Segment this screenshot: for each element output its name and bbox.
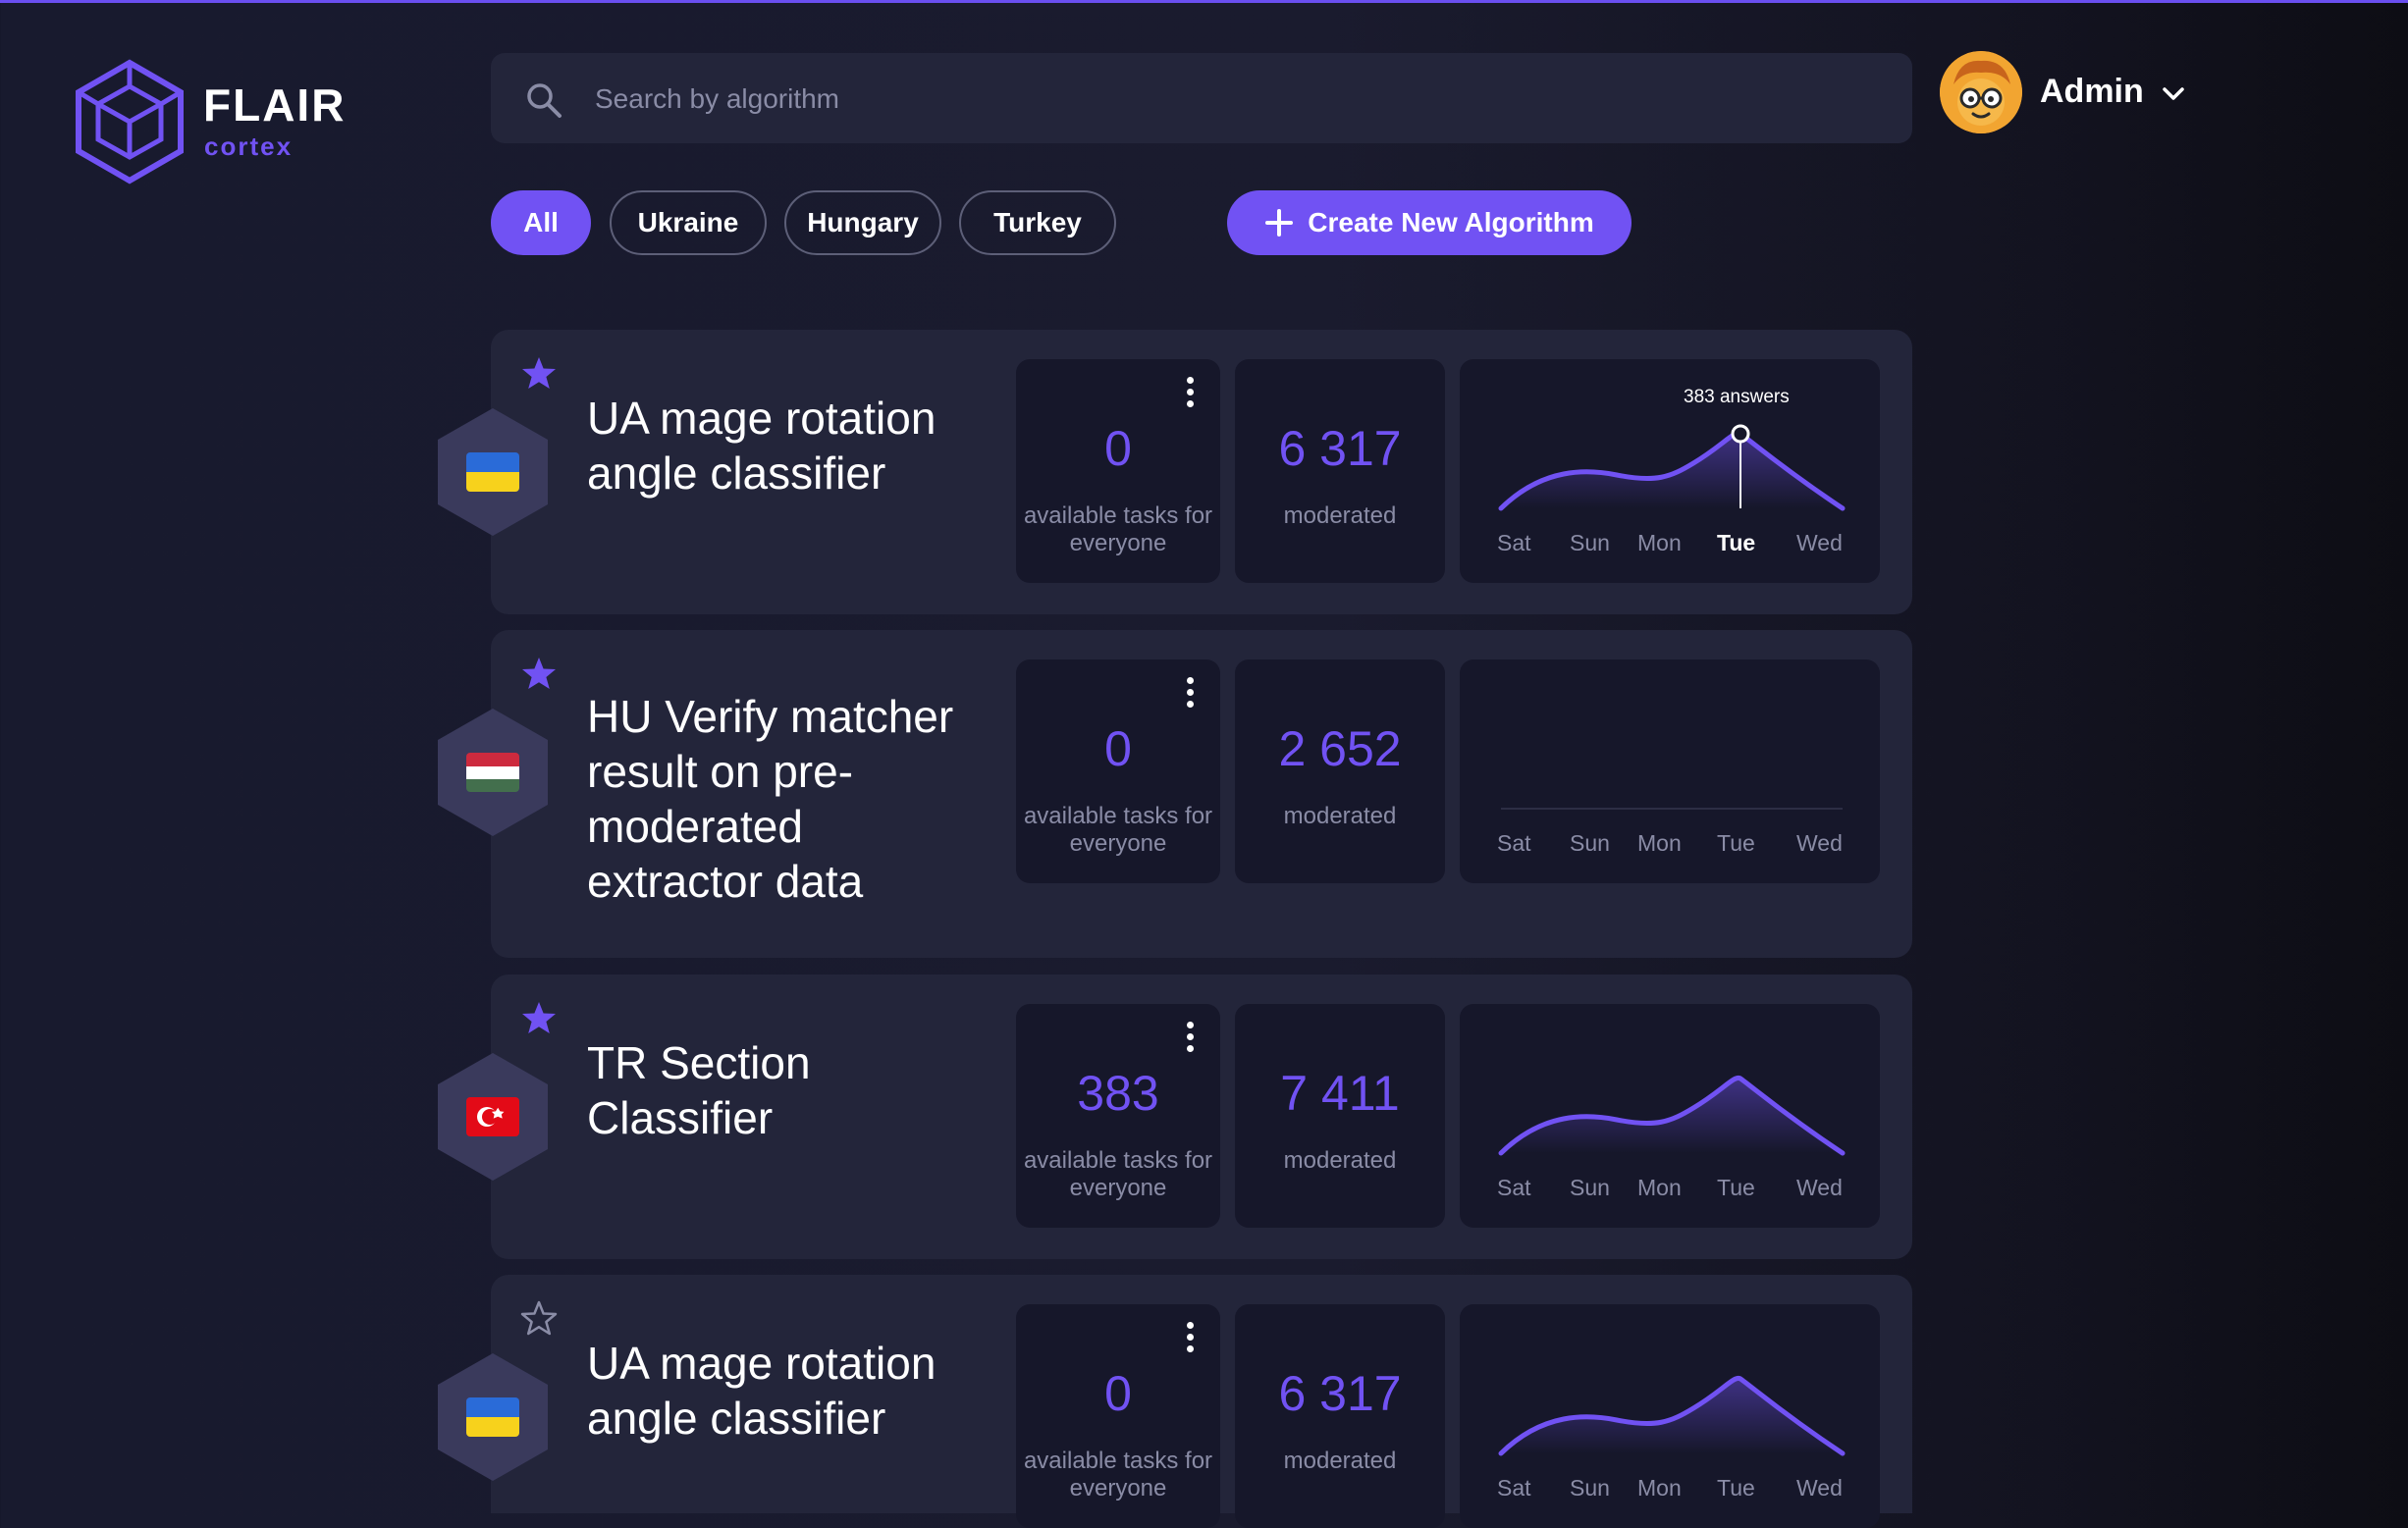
filter-chip-hungary[interactable]: Hungary	[784, 190, 941, 255]
available-tasks-label: available tasks for everyone	[1023, 1147, 1213, 1201]
logo-cube-icon	[76, 59, 184, 184]
create-algorithm-label: Create New Algorithm	[1308, 207, 1594, 237]
chart-tooltip: 383 answers	[1684, 387, 1790, 407]
chart-day-label: Sun	[1570, 530, 1610, 555]
chart-day-label: Sat	[1497, 1175, 1531, 1200]
flag-turkey-icon	[466, 1097, 519, 1136]
top-accent-line	[0, 0, 2408, 3]
chart-day-label: Mon	[1637, 1175, 1682, 1200]
algorithm-card[interactable]: HU Verify matcher result on pre-moderate…	[438, 630, 1912, 958]
moderated-panel: 7 411 moderated	[1235, 1004, 1445, 1228]
algorithm-card[interactable]: UA mage rotation angle classifier 0 avai…	[438, 330, 1912, 614]
moderated-count: 7 411	[1280, 1066, 1400, 1121]
algorithm-card[interactable]: TR Section Classifier 383 available task…	[438, 975, 1912, 1259]
search-input[interactable]	[593, 77, 1873, 122]
chart-day-label: Tue	[1717, 830, 1755, 856]
moderated-count: 6 317	[1278, 421, 1402, 476]
chart-day-label: Mon	[1637, 1475, 1682, 1501]
tasks-panel: 0 available tasks for everyone	[1016, 359, 1220, 583]
moderated-panel: 6 317 moderated	[1235, 359, 1445, 583]
more-vertical-icon[interactable]	[1187, 377, 1195, 412]
plus-icon	[1265, 209, 1294, 237]
logo-subtitle: cortex	[204, 132, 294, 161]
chart-day-label: Mon	[1637, 830, 1682, 856]
chart-day-label: Tue	[1717, 1175, 1755, 1200]
chart-day-label: Sun	[1570, 1175, 1610, 1200]
logo-wordmark: FLAIR	[203, 79, 347, 131]
flag-ukraine-icon	[466, 452, 519, 492]
algorithm-card[interactable]: UA mage rotation angle classifier 0 avai…	[438, 1275, 1912, 1528]
search-icon	[527, 83, 562, 118]
chart-day-label: Tue	[1717, 1475, 1755, 1501]
flag-badge	[434, 1051, 552, 1183]
chart-day-label: Sun	[1570, 1475, 1610, 1501]
moderated-label: moderated	[1283, 803, 1397, 829]
filter-chip-all[interactable]: All	[491, 190, 591, 255]
chart-day-label: Sat	[1497, 1475, 1531, 1501]
chart-day-label: Wed	[1796, 830, 1843, 856]
available-tasks-label: available tasks for everyone	[1023, 502, 1213, 556]
more-vertical-icon[interactable]	[1187, 1022, 1195, 1057]
weekly-chart: 383 answers Sat Sun Mon Tue Wed	[1460, 359, 1880, 583]
moderated-count: 2 652	[1278, 721, 1402, 776]
moderated-label: moderated	[1283, 502, 1397, 529]
algorithm-title[interactable]: UA mage rotation angle classifier	[587, 391, 980, 501]
available-tasks-count: 0	[1104, 421, 1132, 476]
available-tasks-count: 0	[1104, 1366, 1132, 1421]
flag-badge	[434, 707, 552, 838]
filter-chip-turkey[interactable]: Turkey	[959, 190, 1116, 255]
flag-badge	[434, 406, 552, 538]
flag-badge	[434, 1351, 552, 1483]
chevron-down-icon[interactable]	[2162, 86, 2185, 102]
logo[interactable]: FLAIR cortex	[71, 59, 385, 186]
moderated-label: moderated	[1283, 1448, 1397, 1474]
available-tasks-label: available tasks for everyone	[1023, 803, 1213, 857]
star-icon[interactable]	[520, 1000, 558, 1035]
chart-day-label: Wed	[1796, 1175, 1843, 1200]
weekly-chart: Sat Sun Mon Tue Wed	[1460, 1304, 1880, 1528]
star-outline-icon[interactable]	[520, 1300, 558, 1336]
algorithm-title[interactable]: UA mage rotation angle classifier	[587, 1336, 980, 1446]
user-menu[interactable]: Admin	[1940, 51, 2195, 145]
search-bar	[491, 53, 1912, 143]
avatar-face-icon	[1940, 51, 2022, 133]
moderated-panel: 2 652 moderated	[1235, 659, 1445, 883]
tasks-panel: 0 available tasks for everyone	[1016, 659, 1220, 883]
moderated-label: moderated	[1283, 1147, 1397, 1174]
filter-chip-ukraine[interactable]: Ukraine	[610, 190, 767, 255]
moderated-panel: 6 317 moderated	[1235, 1304, 1445, 1528]
chart-day-label: Sat	[1497, 830, 1531, 856]
create-algorithm-button[interactable]: Create New Algorithm	[1227, 190, 1632, 255]
moderated-count: 6 317	[1278, 1366, 1402, 1421]
weekly-chart: Sat Sun Mon Tue Wed	[1460, 1004, 1880, 1228]
available-tasks-count: 0	[1104, 721, 1132, 776]
algorithm-title[interactable]: HU Verify matcher result on pre-moderate…	[587, 689, 980, 909]
more-vertical-icon[interactable]	[1187, 1322, 1195, 1357]
chart-day-label: Wed	[1796, 1475, 1843, 1501]
chart-day-label: Sun	[1570, 830, 1610, 856]
available-tasks-label: available tasks for everyone	[1023, 1448, 1213, 1502]
chart-day-label: Wed	[1796, 530, 1843, 555]
weekly-chart: Sat Sun Mon Tue Wed	[1460, 659, 1880, 883]
tasks-panel: 383 available tasks for everyone	[1016, 1004, 1220, 1228]
available-tasks-count: 383	[1077, 1066, 1159, 1121]
more-vertical-icon[interactable]	[1187, 677, 1195, 712]
flag-hungary-icon	[466, 753, 519, 792]
chart-day-label-active: Tue	[1717, 530, 1756, 555]
user-name: Admin	[2040, 73, 2144, 110]
chart-day-label: Sat	[1497, 530, 1531, 555]
star-icon[interactable]	[520, 656, 558, 691]
algorithm-title[interactable]: TR Section Classifier	[587, 1035, 980, 1145]
tasks-panel: 0 available tasks for everyone	[1016, 1304, 1220, 1528]
avatar[interactable]	[1940, 51, 2022, 133]
star-icon[interactable]	[520, 355, 558, 391]
flag-ukraine-icon	[466, 1397, 519, 1437]
chart-day-label: Mon	[1637, 530, 1682, 555]
